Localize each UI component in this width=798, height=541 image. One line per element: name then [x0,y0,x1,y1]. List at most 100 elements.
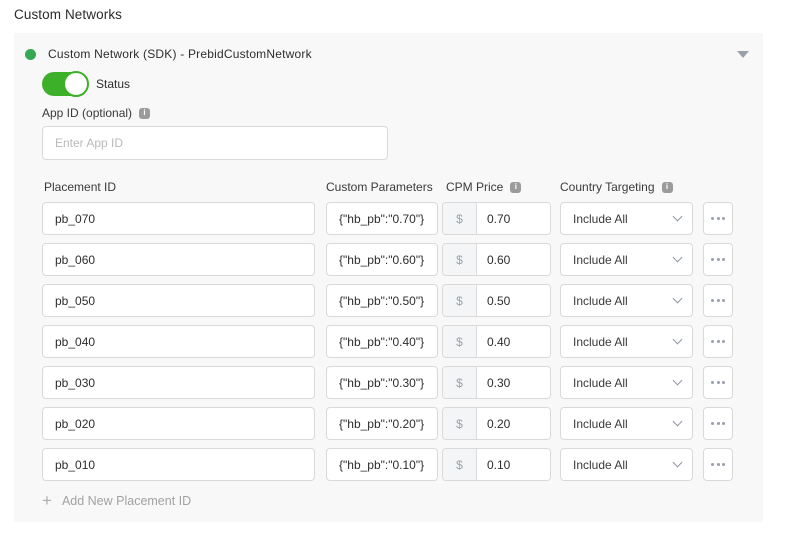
custom-parameters-input[interactable] [326,366,438,399]
cpm-price-input[interactable] [477,449,550,480]
country-targeting-select[interactable]: Include All [560,407,693,440]
table-header: Placement ID Custom Parameters CPM Price… [42,180,763,194]
ellipsis-icon [717,381,720,384]
currency-prefix: $ [443,244,477,275]
custom-parameters-input[interactable] [326,407,438,440]
info-icon[interactable]: i [662,182,673,193]
ellipsis-icon [717,217,720,220]
placement-row: $ Include All [42,284,763,317]
info-icon[interactable]: i [139,108,150,119]
add-placement-label: Add New Placement ID [62,494,191,508]
network-status-dot-icon [25,49,36,60]
placement-id-input[interactable] [42,407,315,440]
info-icon[interactable]: i [510,182,521,193]
placement-id-input[interactable] [42,448,315,481]
placement-id-input[interactable] [42,366,315,399]
status-toggle[interactable] [42,72,87,96]
country-targeting-value: Include All [573,253,628,267]
country-targeting-value: Include All [573,335,628,349]
cpm-price-input[interactable] [477,244,550,275]
app-id-label-row: App ID (optional) i [42,106,763,120]
custom-parameters-input[interactable] [326,325,438,358]
placement-id-input[interactable] [42,325,315,358]
currency-prefix: $ [443,408,477,439]
more-options-button[interactable] [703,407,733,440]
cpm-price-field: $ [442,243,551,276]
custom-parameters-input[interactable] [326,448,438,481]
ellipsis-icon [711,340,714,343]
status-row: Status [42,71,763,97]
chevron-down-icon [673,376,683,386]
plus-icon: + [42,494,52,508]
cpm-price-input[interactable] [477,408,550,439]
ellipsis-icon [722,422,725,425]
cpm-price-field: $ [442,366,551,399]
cpm-price-input[interactable] [477,285,550,316]
placement-row: $ Include All [42,366,763,399]
custom-network-card: Custom Network (SDK) - PrebidCustomNetwo… [14,33,763,522]
cpm-price-field: $ [442,202,551,235]
currency-prefix: $ [443,285,477,316]
country-targeting-value: Include All [573,417,628,431]
ellipsis-icon [717,463,720,466]
ellipsis-icon [711,422,714,425]
cpm-price-input[interactable] [477,367,550,398]
app-id-input[interactable] [42,126,388,160]
status-label: Status [96,77,130,91]
chevron-down-icon [673,294,683,304]
collapse-caret-icon[interactable] [737,51,749,58]
country-targeting-value: Include All [573,376,628,390]
network-title: Custom Network (SDK) - PrebidCustomNetwo… [48,47,312,61]
placement-id-input[interactable] [42,243,315,276]
placement-id-column-header: Placement ID [42,180,315,194]
currency-prefix: $ [443,203,477,234]
cpm-price-field: $ [442,325,551,358]
country-targeting-select[interactable]: Include All [560,325,693,358]
ellipsis-icon [722,340,725,343]
ellipsis-icon [711,381,714,384]
app-id-label: App ID (optional) [42,106,132,120]
more-options-button[interactable] [703,448,733,481]
placement-rows: $ Include All $ Include All [42,202,763,481]
ellipsis-icon [717,422,720,425]
placement-id-input[interactable] [42,284,315,317]
placement-row: $ Include All [42,325,763,358]
chevron-down-icon [673,253,683,263]
custom-parameters-input[interactable] [326,284,438,317]
ellipsis-icon [711,258,714,261]
more-options-button[interactable] [703,243,733,276]
more-options-button[interactable] [703,366,733,399]
placement-row: $ Include All [42,202,763,235]
country-targeting-select[interactable]: Include All [560,448,693,481]
more-options-button[interactable] [703,284,733,317]
currency-prefix: $ [443,449,477,480]
chevron-down-icon [673,458,683,468]
more-options-button[interactable] [703,202,733,235]
country-targeting-value: Include All [573,212,628,226]
more-options-button[interactable] [703,325,733,358]
ellipsis-icon [711,299,714,302]
custom-parameters-input[interactable] [326,243,438,276]
country-targeting-select[interactable]: Include All [560,366,693,399]
country-targeting-select[interactable]: Include All [560,202,693,235]
chevron-down-icon [673,417,683,427]
country-targeting-value: Include All [573,294,628,308]
cpm-price-input[interactable] [477,326,550,357]
ellipsis-icon [722,299,725,302]
custom-parameters-input[interactable] [326,202,438,235]
country-targeting-select[interactable]: Include All [560,284,693,317]
cpm-price-field: $ [442,448,551,481]
placement-id-input[interactable] [42,202,315,235]
network-header[interactable]: Custom Network (SDK) - PrebidCustomNetwo… [14,33,763,65]
ellipsis-icon [717,258,720,261]
add-placement-button[interactable]: + Add New Placement ID [42,494,191,508]
custom-parameters-column-header: Custom Parameters [326,180,438,194]
ellipsis-icon [711,217,714,220]
placement-row: $ Include All [42,243,763,276]
toggle-knob [63,71,89,97]
page-title: Custom Networks [14,7,122,22]
ellipsis-icon [722,381,725,384]
country-targeting-select[interactable]: Include All [560,243,693,276]
cpm-price-input[interactable] [477,203,550,234]
chevron-down-icon [673,212,683,222]
